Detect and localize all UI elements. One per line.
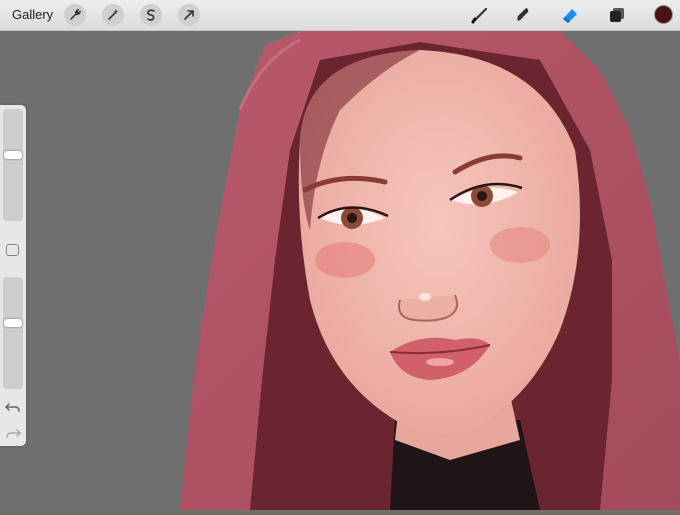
layers-icon bbox=[610, 8, 624, 22]
undo-icon[interactable] bbox=[4, 400, 22, 416]
transform-button[interactable] bbox=[178, 4, 200, 26]
wrench-icon bbox=[70, 8, 82, 20]
transform-arrow-icon bbox=[184, 10, 194, 20]
gallery-button[interactable]: Gallery bbox=[12, 7, 53, 22]
smudge-button[interactable] bbox=[512, 4, 534, 26]
magic-wand-icon bbox=[108, 9, 119, 20]
opacity-thumb[interactable] bbox=[4, 318, 22, 327]
brush-size-slider[interactable] bbox=[3, 109, 23, 221]
drawing-canvas[interactable] bbox=[0, 31, 680, 510]
left-sidebar bbox=[0, 105, 26, 446]
actions-button[interactable] bbox=[64, 4, 86, 26]
brush-icon bbox=[471, 7, 488, 24]
eraser-icon bbox=[563, 9, 577, 23]
brush-button[interactable] bbox=[469, 4, 491, 26]
selection-s-icon bbox=[147, 9, 155, 21]
portrait-artwork bbox=[0, 31, 680, 510]
selection-button[interactable] bbox=[140, 4, 162, 26]
eraser-button[interactable] bbox=[559, 4, 581, 26]
layers-button[interactable] bbox=[606, 4, 628, 26]
modify-button[interactable] bbox=[6, 244, 19, 256]
redo-icon[interactable] bbox=[4, 426, 22, 442]
top-toolbar: Gallery bbox=[0, 0, 680, 31]
adjustments-button[interactable] bbox=[102, 4, 124, 26]
smudge-icon bbox=[517, 8, 529, 21]
opacity-slider[interactable] bbox=[3, 277, 23, 389]
brush-size-thumb[interactable] bbox=[4, 150, 22, 159]
color-picker-button[interactable] bbox=[654, 5, 673, 24]
